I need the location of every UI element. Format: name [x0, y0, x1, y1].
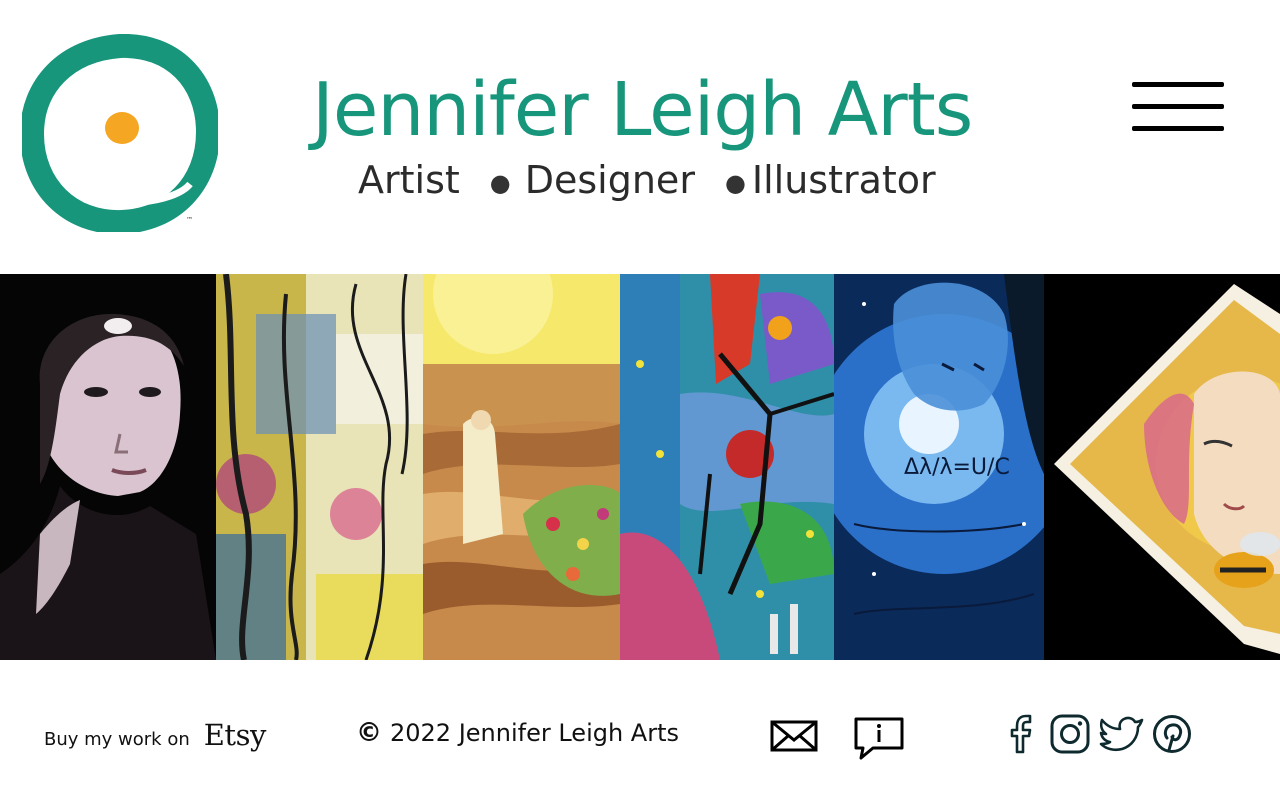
honeycomb-bee-tile[interactable]: [1044, 274, 1280, 660]
facebook-icon[interactable]: [1008, 714, 1036, 754]
svg-text:Δλ/λ=U/C: Δλ/λ=U/C: [904, 455, 1010, 480]
etsy-link[interactable]: Buy my work on Etsy: [44, 718, 266, 752]
tagline-illustrator: Illustrator: [751, 158, 936, 202]
copyright: © 2022 Jennifer Leigh Arts: [356, 718, 679, 748]
footer: Buy my work on Etsy © 2022 Jennifer Leig…: [0, 700, 1280, 780]
art-gallery-strip: Δλ/λ=U/C: [0, 274, 1280, 660]
pinterest-icon[interactable]: [1152, 714, 1192, 754]
copyright-icon: ©: [356, 718, 382, 748]
copyright-text: 2022 Jennifer Leigh Arts: [390, 719, 680, 747]
site-title[interactable]: Jennifer Leigh Arts: [312, 62, 973, 158]
logo-mark-icon: ™: [19, 33, 221, 235]
blue-equations-portrait[interactable]: Δλ/λ=U/C: [834, 274, 1044, 660]
tagline: Artist ● Designer ● Illustrator: [358, 156, 936, 207]
ink-circle-logo[interactable]: ™: [19, 33, 221, 235]
tagline-designer: Designer: [524, 158, 695, 202]
twitter-icon[interactable]: [1098, 714, 1146, 754]
info-chat-icon[interactable]: [853, 716, 905, 760]
desert-figure-painting[interactable]: [423, 274, 620, 660]
bullet-icon: ●: [489, 168, 511, 197]
abstract-face-painting[interactable]: [216, 274, 423, 660]
hamburger-menu-icon[interactable]: [1128, 78, 1228, 138]
bullet-icon: ●: [724, 168, 746, 197]
tagline-artist: Artist: [358, 158, 460, 202]
artist-portrait[interactable]: [0, 274, 216, 660]
etsy-text: Buy my work on: [44, 729, 190, 750]
instagram-icon[interactable]: [1050, 714, 1090, 754]
etsy-logo: Etsy: [203, 718, 267, 752]
mail-icon[interactable]: [770, 720, 818, 752]
colorful-abstract-painting[interactable]: [620, 274, 834, 660]
svg-text:™: ™: [186, 216, 193, 224]
